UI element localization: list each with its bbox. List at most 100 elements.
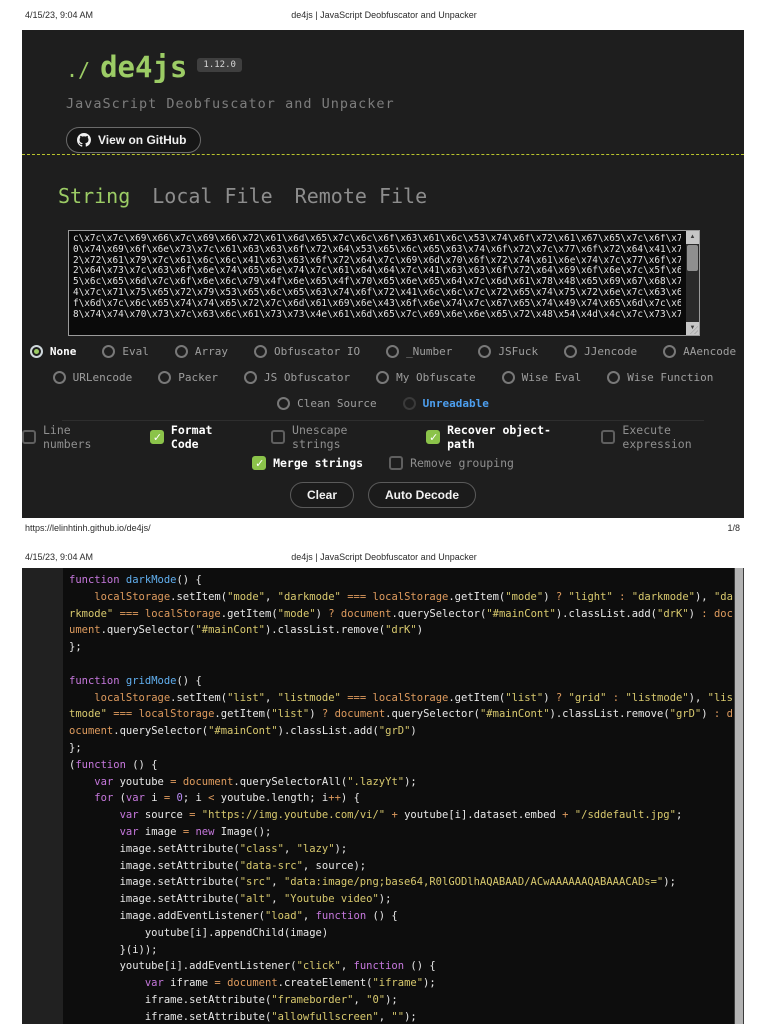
source-textarea[interactable]: c\x7c\x7c\x69\x66\x7c\x69\x66\x72\x61\x6… — [68, 230, 700, 336]
version-badge: 1.12.0 — [197, 58, 242, 72]
radio-urlencode[interactable]: URLencode — [52, 370, 132, 384]
radio-circle-icon — [174, 344, 188, 358]
radio-circle-icon — [253, 344, 267, 358]
code-line: var source = "https://img.youtube.com/vi… — [119, 809, 683, 822]
code-line: iframe.setAttribute("frameborder", "0"); — [69, 993, 398, 1006]
code-line: ument.querySelector("#mainCont").classLi… — [69, 624, 424, 637]
radio-label: JSFuck — [498, 344, 539, 358]
code-line: localStorage.setItem("mode", "darkmode" … — [94, 590, 733, 603]
code-line: youtube[i].addEventListener("click", fun… — [69, 960, 436, 973]
decoder-row: URLencode Packer JS Obfuscator My Obfuscate… — [22, 368, 744, 386]
radio-my-obfuscate[interactable]: My Obfuscate — [376, 370, 476, 384]
radio-wise-function[interactable]: Wise Function — [607, 370, 714, 384]
radio-unreadable[interactable]: Unreadable — [402, 396, 489, 410]
editor-content: c\x7c\x7c\x69\x66\x7c\x69\x66\x72\x61\x6… — [73, 234, 681, 333]
scrollbar-thumb[interactable] — [687, 245, 698, 271]
radio-eval[interactable]: Eval — [102, 344, 149, 358]
checkbox-execute-expression[interactable]: Execute expression — [601, 423, 744, 451]
radio-js-obfuscator[interactable]: JS Obfuscator — [244, 370, 351, 384]
code-line: function gridMode() { — [69, 674, 202, 687]
logo-prefix: ./ — [66, 58, 91, 82]
code-line: rkmode" === localStorage.getItem("mode")… — [69, 607, 733, 620]
radio-label: JJencode — [584, 344, 638, 358]
radio-number[interactable]: _Number — [386, 344, 452, 358]
radio-packer[interactable]: Packer — [158, 370, 219, 384]
radio-circle-icon — [607, 370, 621, 384]
view-on-github-button[interactable]: View on GitHub — [66, 127, 202, 153]
checkbox-unescape-strings[interactable]: Unescape strings — [271, 423, 400, 451]
code-line: }; — [69, 641, 82, 654]
printed-page: 4/15/23, 9:04 AM de4js | JavaScript Deob… — [0, 0, 768, 1024]
checkbox-remove-grouping[interactable]: Remove grouping — [389, 456, 514, 470]
checkbox-line-numbers[interactable]: Line numbers — [22, 423, 124, 451]
result-scrollbar[interactable] — [734, 568, 744, 1024]
checkbox-format-code[interactable]: Format Code — [149, 423, 245, 451]
radio-circle-icon — [501, 370, 515, 384]
tab-remote-file[interactable]: Remote File — [295, 184, 427, 208]
code-line: (function () { — [69, 758, 158, 771]
checkbox-merge-strings[interactable]: Merge strings — [252, 456, 363, 470]
radio-label: None — [49, 344, 77, 358]
code-line: }; — [69, 741, 82, 754]
radio-label: Wise Eval — [521, 370, 582, 384]
checkbox-icon — [389, 456, 404, 470]
radio-label: Eval — [122, 344, 149, 358]
checkbox-label: Execute expression — [622, 423, 692, 451]
checkbox-recover-object-path[interactable]: Recover object-path — [426, 423, 575, 451]
code-line: for (var i = 0; i < youtube.length; i++)… — [94, 792, 360, 805]
radio-wise-eval[interactable]: Wise Eval — [501, 370, 582, 384]
radio-obfuscator-io[interactable]: Obfuscator IO — [253, 344, 361, 358]
code-line: youtube[i].appendChild(image) — [69, 926, 329, 939]
clear-button[interactable]: Clear — [289, 482, 354, 508]
print-url: https://lelinhtinh.github.io/de4js/ — [25, 523, 151, 533]
radio-label: Packer — [178, 370, 219, 384]
code-line: localStorage.setItem("list", "listmode" … — [94, 691, 733, 704]
radio-jsfuck[interactable]: JSFuck — [478, 344, 539, 358]
auto-decode-button[interactable]: Auto Decode — [368, 482, 477, 508]
code-line: var image = new Image(); — [119, 825, 272, 838]
checkbox-label: Format Code — [170, 423, 213, 451]
radio-circle-icon — [376, 370, 390, 384]
radio-circle-icon — [564, 344, 578, 358]
scroll-up-icon[interactable]: ▲ — [686, 231, 699, 244]
code-line: function darkMode() { — [69, 574, 202, 586]
checkbox-icon — [252, 456, 267, 470]
radio-jjencode[interactable]: JJencode — [564, 344, 638, 358]
checkbox-label: Line numbers — [43, 423, 92, 451]
radio-none[interactable]: None — [29, 344, 77, 358]
editor-line: f\x6d\x7c\x6c\x65\x74\x74\x65\x72\x7c\x6… — [73, 297, 681, 309]
checkbox-icon — [426, 430, 441, 444]
radio-label: Unreadable — [422, 396, 489, 410]
checkbox-label: Merge strings — [273, 456, 364, 470]
radio-label: Clean Source — [297, 396, 377, 410]
tab-local-file[interactable]: Local File — [152, 184, 272, 208]
hero-section: ./ de4js 1.12.0 JavaScript Deobfuscator … — [66, 50, 395, 153]
code-block: function darkMode() { localStorage.setIt… — [63, 568, 734, 1024]
radio-label: Wise Function — [627, 370, 714, 384]
radio-circle-icon — [102, 344, 116, 358]
radio-circle-icon — [52, 370, 66, 384]
radio-circle-icon — [478, 344, 492, 358]
print-footer-1: https://lelinhtinh.github.io/de4js/ 1/8 — [0, 523, 768, 537]
decoder-row: Clean Source Unreadable — [22, 394, 744, 412]
editor-scrollbar[interactable]: ▲ ▼ — [686, 231, 699, 335]
radio-array[interactable]: Array — [174, 344, 228, 358]
dashed-divider — [22, 154, 744, 155]
checkbox-icon — [271, 430, 286, 444]
radio-circle-icon — [386, 344, 400, 358]
editor-line: 8\x74\x74\x70\x73\x7c\x63\x6c\x61\x73\x7… — [73, 308, 681, 320]
radio-clean-source[interactable]: Clean Source — [277, 396, 377, 410]
editor-line: 0\x74\x69\x6f\x6e\x73\x7c\x61\x63\x63\x6… — [73, 243, 681, 255]
tab-string[interactable]: String — [58, 184, 130, 208]
radio-aaencode[interactable]: AAencode — [663, 344, 736, 358]
print-page-number: 1/8 — [727, 523, 740, 533]
format-options: Line numbers Format Code Unescape strings R… — [22, 423, 744, 480]
code-line: var youtube = document.querySelectorAll(… — [94, 775, 417, 788]
result-scrollbar-thumb[interactable] — [735, 568, 743, 1024]
options-divider — [62, 420, 704, 421]
code-line: image.setAttribute("data-src", source); — [69, 859, 367, 872]
radio-label: Obfuscator IO — [273, 344, 361, 358]
decoder-row: None Eval Array Obfuscator IO _Number JSFuck J… — [22, 342, 744, 360]
radio-label: JS Obfuscator — [264, 370, 351, 384]
